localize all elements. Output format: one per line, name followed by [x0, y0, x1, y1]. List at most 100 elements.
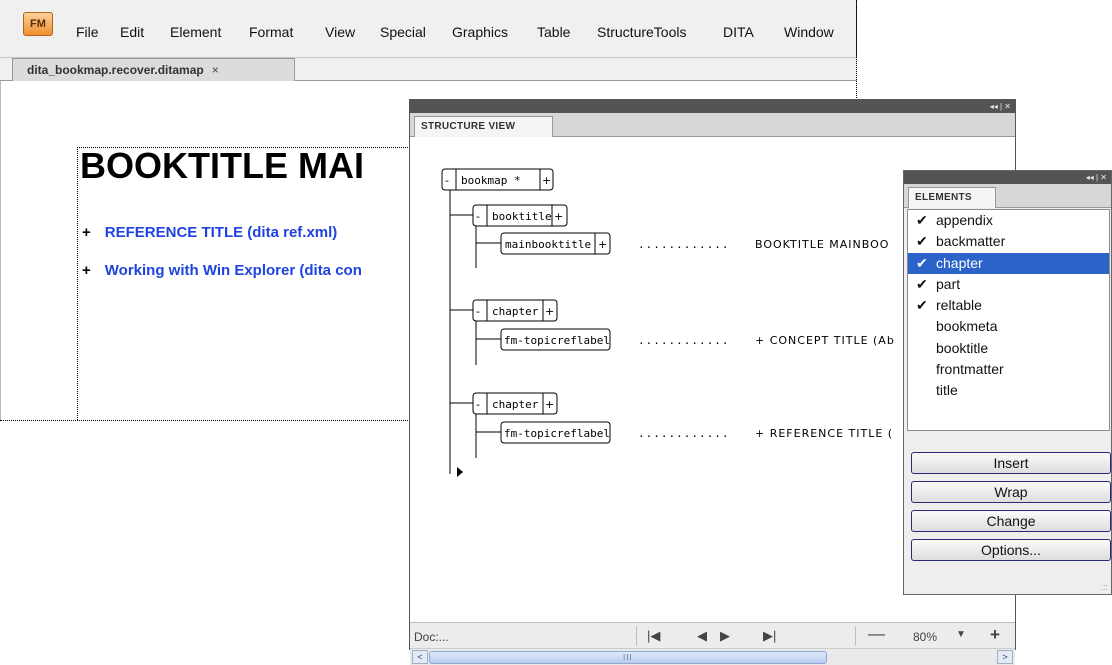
node-label: fm-topicreflabel [504, 334, 610, 347]
expand-icon: + [598, 238, 607, 251]
menu-edit[interactable]: Edit [120, 24, 144, 40]
element-list-item-chapter[interactable]: ✔ chapter [908, 252, 1109, 274]
element-list-item-booktitle[interactable]: booktitle [908, 338, 1109, 359]
tab-structure-view[interactable]: STRUCTURE VIEW [414, 116, 553, 137]
expand-icon: + [82, 224, 91, 241]
elements-panel: ◂◂ | ✕ ELEMENTS ✔ appendix ✔ backmatter ✔ cha… [903, 170, 1112, 595]
expand-icon: + [545, 398, 554, 411]
xref-text: REFERENCE TITLE (dita ref.xml) [104, 224, 338, 241]
element-list-item-title[interactable]: title [908, 380, 1109, 401]
book-title-text[interactable]: BOOKTITLE MAI [80, 145, 364, 187]
collapse-icon: - [445, 174, 449, 187]
chevron-down-icon[interactable]: ▼ [956, 629, 966, 640]
insertion-point-icon [457, 467, 463, 477]
node-label: bookmap * [461, 174, 521, 187]
node-content-text: + REFERENCE TITLE ( [755, 427, 893, 440]
document-tab-label: dita_bookmap.recover.ditamap [27, 63, 204, 77]
node-label: chapter [492, 305, 539, 318]
text-frame-border [77, 147, 78, 420]
expand-icon: + [554, 210, 563, 223]
leader-dots: ............ [638, 334, 729, 347]
element-list-item-label: bookmeta [936, 318, 998, 335]
menu-element[interactable]: Element [170, 24, 221, 40]
tree-node-fm-topicreflabel[interactable]: fm-topicreflabel [500, 328, 611, 351]
panel-titlebar[interactable]: ◂◂ | ✕ [904, 171, 1111, 184]
node-label: fm-topicreflabel [504, 427, 610, 440]
zoom-out-icon[interactable]: — [868, 624, 885, 644]
panel-controls-icon[interactable]: ◂◂ | ✕ [990, 100, 1011, 113]
resize-grip-icon[interactable]: .:: [1100, 582, 1108, 592]
tree-node-fm-topicreflabel[interactable]: fm-topicreflabel [500, 421, 611, 444]
scroll-left-icon[interactable]: < [412, 650, 428, 664]
tree-node-chapter[interactable]: - chapter + [472, 392, 558, 415]
expand-icon: + [545, 305, 554, 318]
document-tab-strip: dita_bookmap.recover.ditamap × [0, 57, 857, 82]
close-icon[interactable]: × [212, 63, 219, 77]
element-list-item-frontmatter[interactable]: frontmatter [908, 359, 1109, 380]
grip-icon: III [623, 653, 633, 662]
element-list-item-reltable[interactable]: ✔ reltable [908, 295, 1109, 316]
element-list-item-label: title [936, 382, 958, 399]
element-list[interactable]: ✔ appendix ✔ backmatter ✔ chapter ✔ part ✔ reltab… [907, 209, 1110, 431]
element-list-item-label: backmatter [936, 233, 1006, 250]
element-list-item-part[interactable]: ✔ part [908, 274, 1109, 295]
tab-elements[interactable]: ELEMENTS [908, 187, 996, 208]
scroll-right-icon[interactable]: > [997, 650, 1013, 664]
element-list-item-label: chapter [936, 254, 983, 271]
expand-icon: + [82, 262, 91, 279]
change-button[interactable]: Change [911, 510, 1111, 532]
zoom-level[interactable]: 80% [913, 630, 937, 644]
node-label: chapter [492, 398, 539, 411]
element-list-item-appendix[interactable]: ✔ appendix [908, 210, 1109, 231]
xref-line[interactable]: + REFERENCE TITLE (dita ref.xml) [82, 224, 337, 241]
prev-page-icon[interactable]: ◀ [697, 628, 707, 644]
tree-node-booktitle[interactable]: - booktitle + [472, 204, 568, 227]
collapse-icon: - [476, 210, 480, 223]
menu-special[interactable]: Special [380, 24, 426, 40]
menu-format[interactable]: Format [249, 24, 293, 40]
checkmark-icon: ✔ [916, 254, 928, 271]
menubar: FM File Edit Element Format View Special… [0, 0, 857, 57]
menu-structuretools[interactable]: StructureTools [597, 24, 686, 40]
checkmark-icon: ✔ [916, 297, 928, 314]
window-edge [0, 420, 410, 421]
collapse-icon: - [476, 398, 480, 411]
options-button[interactable]: Options... [911, 539, 1111, 561]
menu-graphics[interactable]: Graphics [452, 24, 508, 40]
tree-node-mainbooktitle[interactable]: mainbooktitle + [500, 232, 611, 255]
xref-line[interactable]: + Working with Win Explorer (dita con [82, 262, 362, 279]
menu-dita[interactable]: DITA [723, 24, 754, 40]
menu-table[interactable]: Table [537, 24, 570, 40]
node-label: booktitle [492, 210, 552, 223]
last-page-icon[interactable]: ▶| [763, 628, 776, 644]
panel-titlebar[interactable]: ◂◂ | ✕ [410, 100, 1015, 113]
structure-status-bar: Doc:... |◀ ◀ ▶ ▶| — 80% ▼ + [410, 622, 1015, 648]
menu-view[interactable]: View [325, 24, 355, 40]
tree-lines [449, 190, 501, 474]
first-page-icon[interactable]: |◀ [647, 628, 660, 644]
menu-window[interactable]: Window [784, 24, 834, 40]
insert-button[interactable]: Insert [911, 452, 1111, 474]
wrap-button[interactable]: Wrap [911, 481, 1111, 503]
separator [855, 626, 856, 646]
tree-node-bookmap[interactable]: - bookmap * + [441, 168, 554, 191]
element-list-item-bookmeta[interactable]: bookmeta [908, 316, 1109, 337]
zoom-in-icon[interactable]: + [990, 625, 1000, 645]
node-content-text: BOOKTITLE MAINBOO [755, 238, 889, 251]
element-list-item-label: booktitle [936, 339, 989, 356]
horizontal-scrollbar[interactable]: < III > [410, 648, 1015, 665]
next-page-icon[interactable]: ▶ [720, 628, 730, 644]
element-list-item-label: appendix [936, 212, 993, 228]
panel-controls-icon[interactable]: ◂◂ | ✕ [1086, 171, 1107, 184]
xref-text: Working with Win Explorer (dita con [104, 262, 362, 279]
document-tab[interactable]: dita_bookmap.recover.ditamap × [12, 58, 295, 82]
node-label: mainbooktitle [505, 238, 591, 251]
element-list-item-label: part [936, 275, 961, 292]
framemaker-logo-icon: FM [23, 12, 53, 36]
menu-file[interactable]: File [76, 24, 99, 40]
leader-dots: ............ [638, 238, 729, 251]
scroll-thumb[interactable]: III [429, 651, 827, 664]
tree-node-chapter[interactable]: - chapter + [472, 299, 558, 322]
element-list-item-backmatter[interactable]: ✔ backmatter [908, 231, 1109, 252]
separator [636, 626, 637, 646]
